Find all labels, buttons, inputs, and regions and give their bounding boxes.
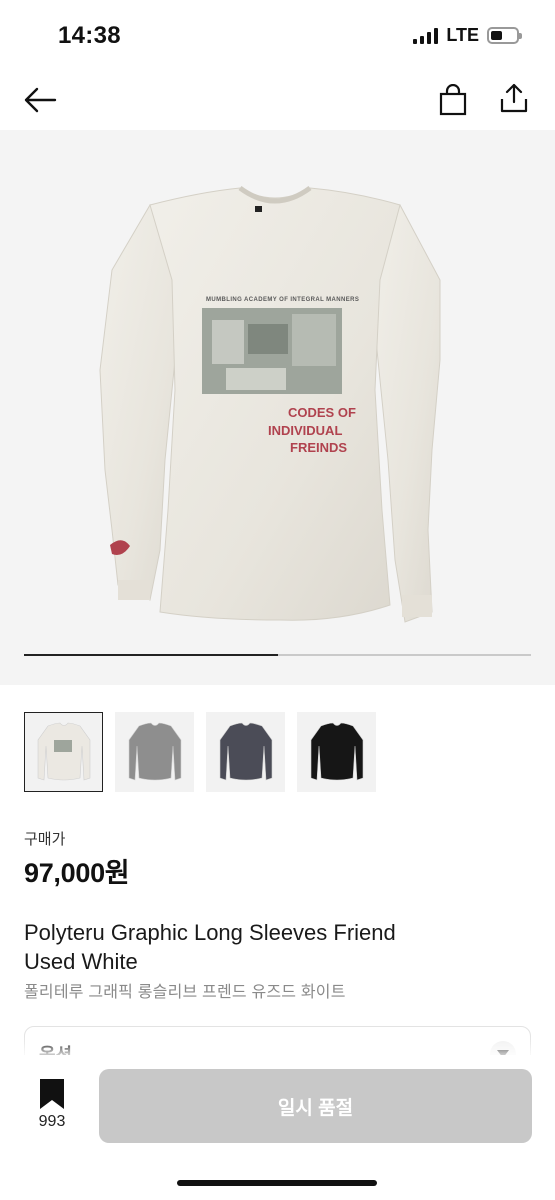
arrow-left-icon — [24, 87, 57, 113]
product-title-line-2: Used White — [24, 949, 138, 974]
product-title: Polyteru Graphic Long Sleeves Friend Use… — [24, 918, 524, 976]
status-time: 14:38 — [58, 22, 121, 49]
bookmark-count: 993 — [38, 1113, 66, 1130]
nav-bar — [0, 70, 555, 128]
share-icon — [500, 83, 528, 113]
gallery-progress-fill — [24, 653, 278, 656]
color-thumbnails — [24, 712, 376, 792]
bookmark-icon — [40, 1079, 64, 1109]
thumbnail-charcoal[interactable] — [206, 712, 285, 792]
thumbnail-grey[interactable] — [115, 712, 194, 792]
thumbnail-white[interactable] — [24, 712, 103, 792]
signal-icon — [413, 27, 439, 44]
thumbnail-shirt-charcoal — [219, 722, 272, 781]
product-image-gallery[interactable]: MUMBLING ACADEMY OF INTEGRAL MANNERS COD… — [0, 130, 555, 685]
back-button[interactable] — [20, 80, 60, 120]
product-title-korean: 폴리테루 그래픽 롱슬리브 프렌드 유즈드 화이트 — [24, 984, 346, 1001]
bottom-action-bar: 993 일시 품절 — [0, 1055, 555, 1200]
price-label: 구매가 — [24, 831, 66, 848]
status-indicators: LTE — [413, 25, 522, 46]
product-title-line-1: Polyteru Graphic Long Sleeves Friend — [24, 920, 396, 945]
sold-out-button[interactable]: 일시 품절 — [99, 1069, 532, 1143]
print-red-text-2: INDIVIDUAL — [268, 423, 342, 438]
thumbnail-shirt-white — [37, 722, 90, 781]
gallery-progress-bar — [24, 653, 531, 656]
print-red-text-1: CODES OF — [288, 405, 356, 420]
battery-icon — [487, 27, 522, 44]
home-indicator — [177, 1180, 377, 1186]
status-bar: 14:38 LTE — [0, 0, 555, 70]
share-button[interactable] — [495, 78, 533, 118]
thumbnail-shirt-black — [310, 722, 363, 781]
shopping-bag-icon — [439, 84, 467, 116]
thumbnail-shirt-grey — [128, 722, 181, 781]
print-red-text-3: FREINDS — [290, 440, 347, 455]
product-image: MUMBLING ACADEMY OF INTEGRAL MANNERS COD… — [99, 185, 441, 623]
price: 97,000원 — [24, 858, 130, 888]
print-top-text: MUMBLING ACADEMY OF INTEGRAL MANNERS — [206, 297, 359, 303]
network-label: LTE — [446, 25, 479, 45]
cart-button[interactable] — [434, 80, 472, 120]
bookmark-button[interactable]: 993 — [30, 1079, 74, 1131]
thumbnail-black[interactable] — [297, 712, 376, 792]
